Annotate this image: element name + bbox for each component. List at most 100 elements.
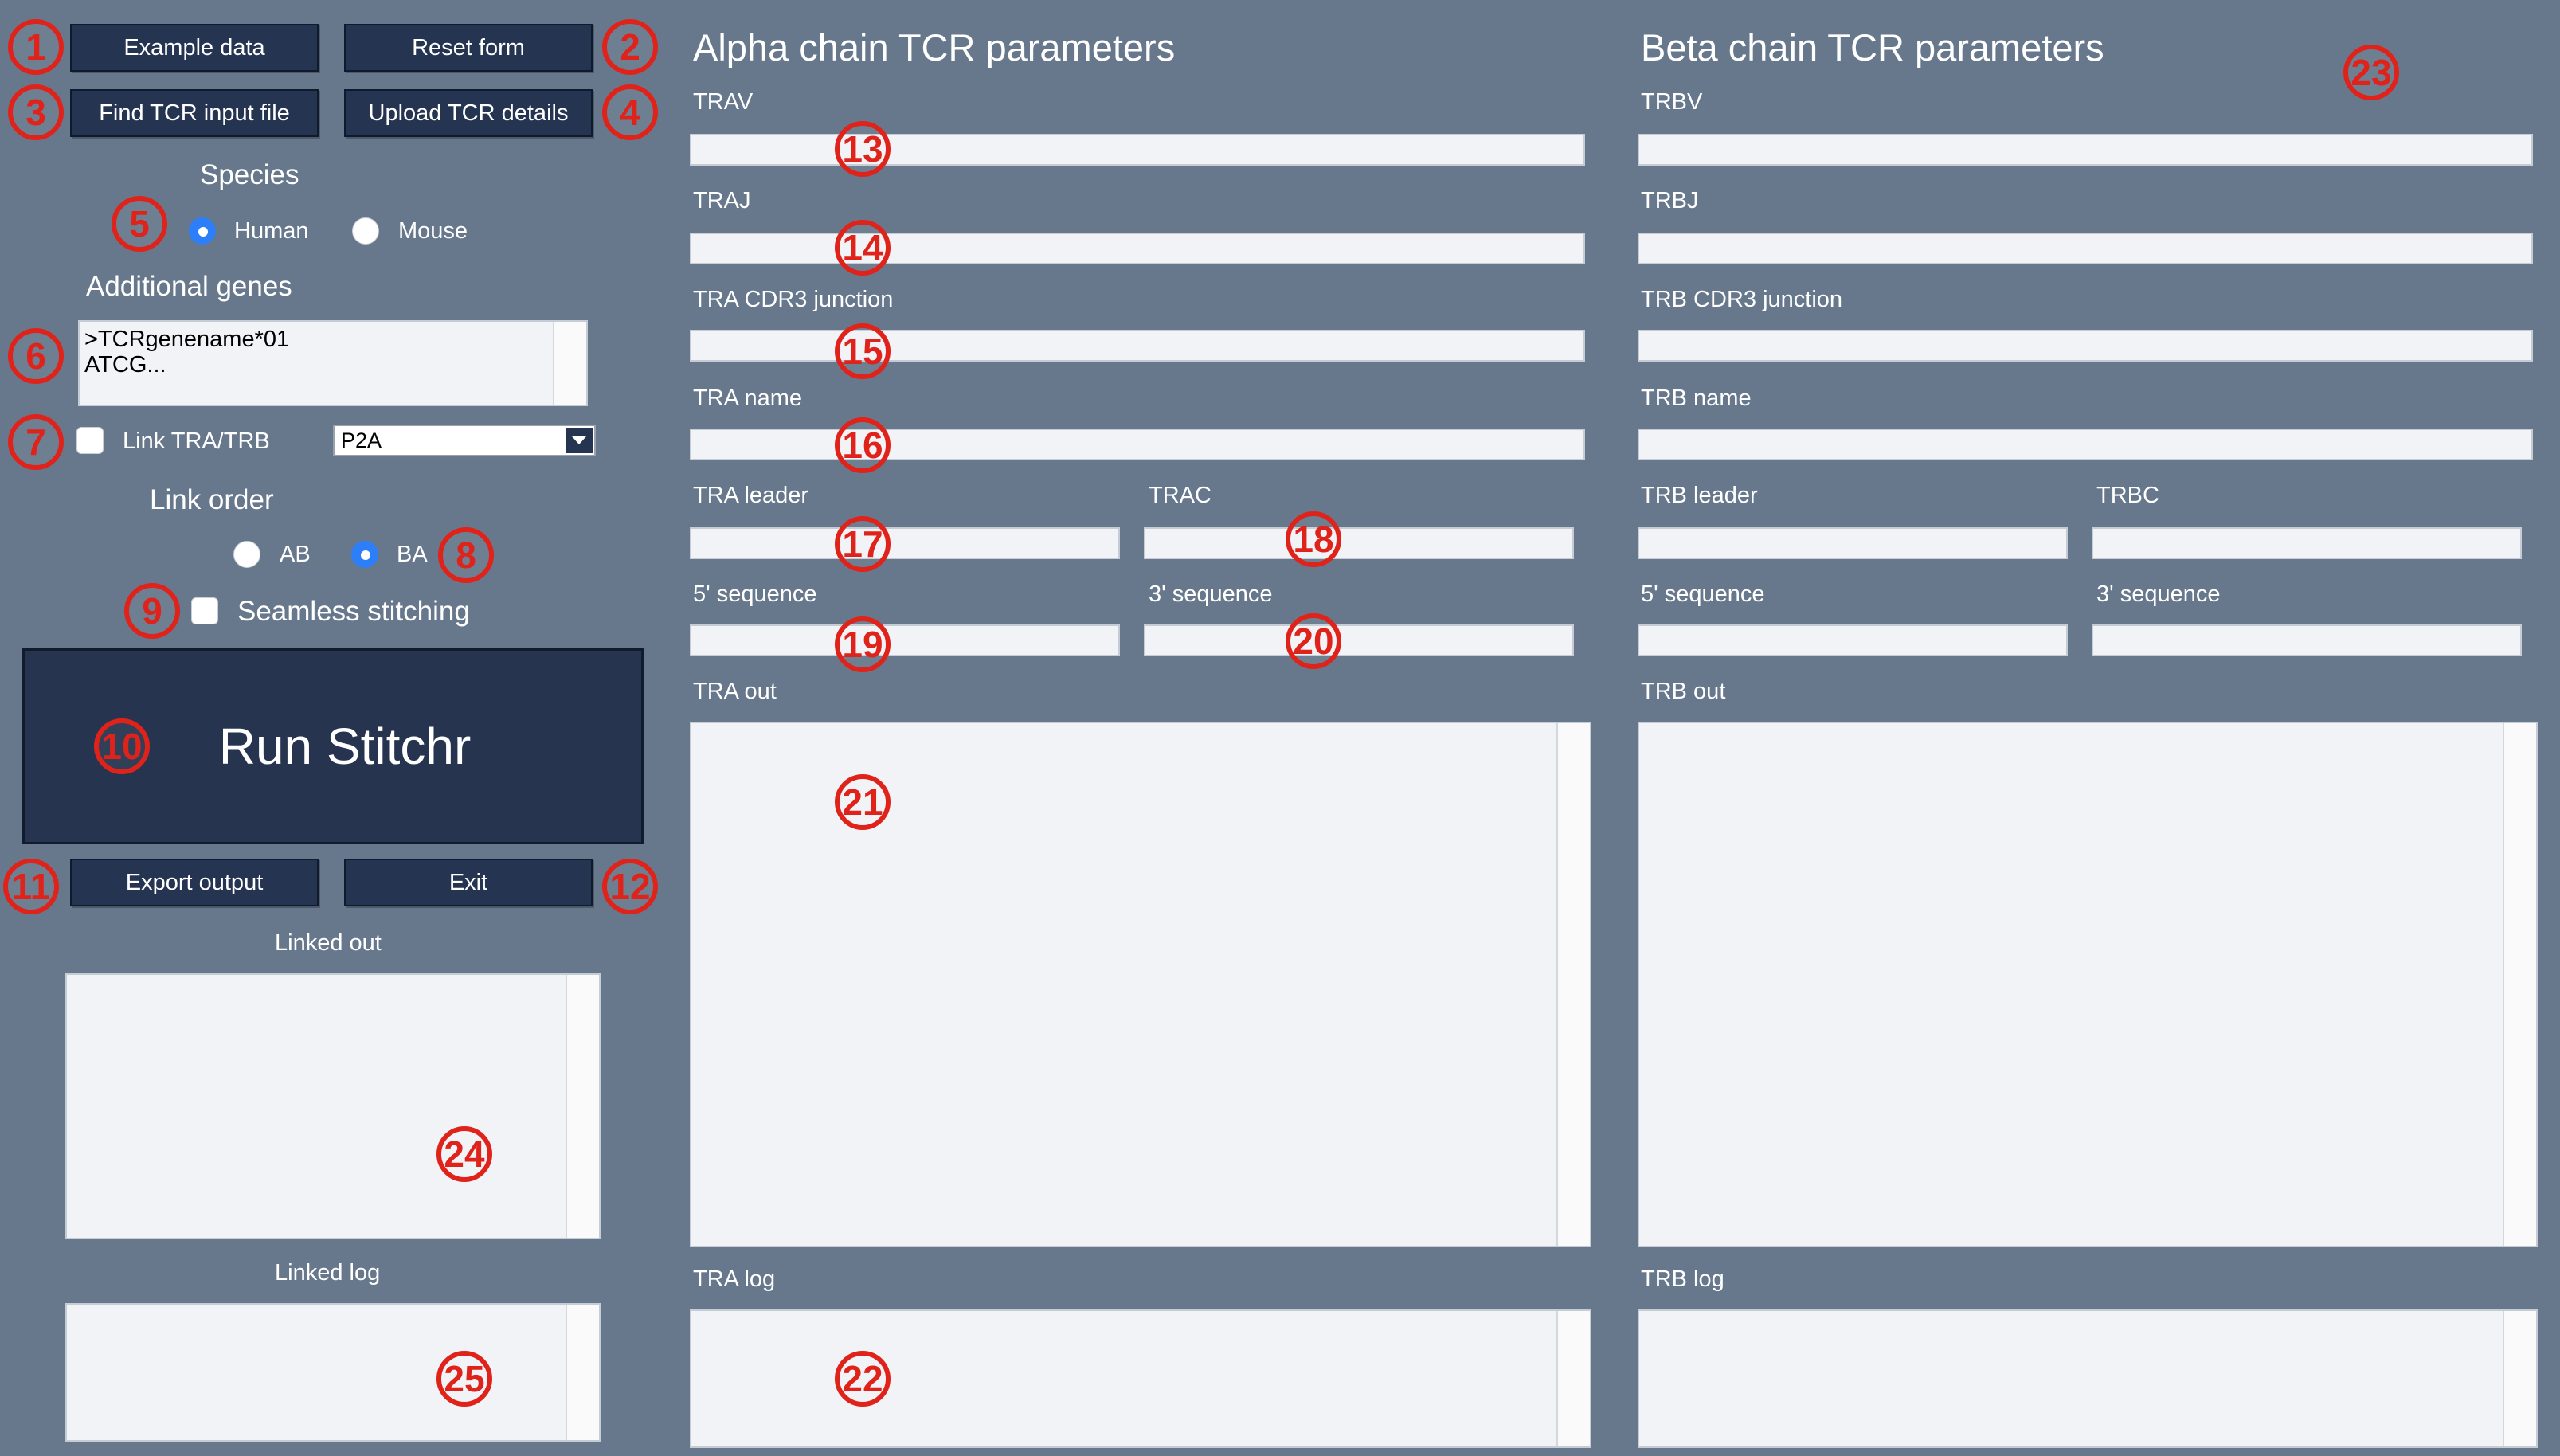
link-tra-trb-label: Link TRA/TRB: [123, 429, 270, 454]
trbj-label: TRBJ: [1641, 188, 1699, 213]
linked-out-textarea[interactable]: [65, 973, 601, 1239]
annotation-badge: 24: [436, 1126, 492, 1182]
species-mouse-radio[interactable]: [352, 217, 379, 245]
trac-label: TRAC: [1149, 483, 1211, 508]
trb-log-textarea[interactable]: [1638, 1309, 2538, 1448]
tra-name-input[interactable]: [690, 429, 1585, 460]
link-order-ab-radio[interactable]: [233, 541, 260, 568]
trb-out-label: TRB out: [1641, 679, 1726, 704]
linked-log-textarea[interactable]: [65, 1303, 601, 1442]
trb-leader-label: TRB leader: [1641, 483, 1758, 508]
trb-5prime-input[interactable]: [1638, 624, 2068, 656]
trbc-label: TRBC: [2096, 483, 2159, 508]
trb-log-scrollbar[interactable]: [2503, 1311, 2536, 1446]
trav-label: TRAV: [693, 89, 754, 115]
link-order-label: Link order: [150, 484, 274, 515]
annotation-badge: 23: [2343, 45, 2399, 100]
annotation-badge: 11: [3, 859, 59, 914]
traj-label: TRAJ: [693, 188, 751, 213]
annotation-badge: 22: [835, 1351, 891, 1407]
linked-log-scrollbar[interactable]: [566, 1305, 599, 1440]
linked-out-label: Linked out: [275, 930, 382, 956]
example-data-button[interactable]: Example data: [70, 24, 319, 72]
trb-5prime-label: 5' sequence: [1641, 581, 1765, 607]
annotation-badge: 5: [112, 196, 167, 252]
annotation-badge: 8: [438, 527, 494, 583]
trbj-input[interactable]: [1638, 233, 2533, 264]
trbc-input[interactable]: [2092, 527, 2522, 559]
trb-log-label: TRB log: [1641, 1266, 1724, 1292]
reset-form-button[interactable]: Reset form: [344, 24, 593, 72]
trb-cdr3-input[interactable]: [1638, 330, 2533, 362]
annotation-badge: 18: [1286, 511, 1341, 567]
chevron-down-icon[interactable]: [566, 428, 593, 453]
alpha-chain-heading: Alpha chain TCR parameters: [693, 26, 1176, 68]
annotation-badge: 10: [94, 718, 150, 774]
tra-cdr3-input[interactable]: [690, 330, 1585, 362]
exit-button[interactable]: Exit: [344, 859, 593, 906]
link-order-ba-radio[interactable]: [351, 541, 378, 568]
tra-leader-input[interactable]: [690, 527, 1120, 559]
seamless-stitching-label: Seamless stitching: [237, 596, 470, 627]
trbv-label: TRBV: [1641, 89, 1703, 115]
annotation-badge: 2: [602, 19, 658, 75]
trb-leader-input[interactable]: [1638, 527, 2068, 559]
beta-chain-heading: Beta chain TCR parameters: [1641, 26, 2104, 68]
annotation-badge: 1: [8, 19, 64, 75]
trac-input[interactable]: [1144, 527, 1574, 559]
tra-out-scrollbar[interactable]: [1556, 723, 1590, 1246]
find-tcr-input-file-button[interactable]: Find TCR input file: [70, 89, 319, 137]
trb-out-scrollbar[interactable]: [2503, 723, 2536, 1246]
annotation-badge: 13: [835, 121, 891, 177]
annotation-badge: 9: [124, 583, 180, 639]
additional-genes-textarea[interactable]: >TCRgenename*01 ATCG...: [78, 320, 588, 406]
linker-select-value: P2A: [341, 428, 382, 452]
traj-input[interactable]: [690, 233, 1585, 264]
species-label: Species: [200, 159, 299, 190]
tra-cdr3-label: TRA CDR3 junction: [693, 287, 894, 312]
tra-log-label: TRA log: [693, 1266, 776, 1292]
tra-log-scrollbar[interactable]: [1556, 1311, 1590, 1446]
tra-leader-label: TRA leader: [693, 483, 809, 508]
trav-input[interactable]: [690, 134, 1585, 166]
trb-cdr3-label: TRB CDR3 junction: [1641, 287, 1843, 312]
tra-log-textarea[interactable]: [690, 1309, 1591, 1448]
upload-tcr-details-button[interactable]: Upload TCR details: [344, 89, 593, 137]
tra-out-textarea[interactable]: [690, 722, 1591, 1247]
trb-3prime-input[interactable]: [2092, 624, 2522, 656]
annotation-badge: 4: [602, 84, 658, 140]
additional-genes-scrollbar[interactable]: [553, 322, 586, 405]
tra-3prime-label: 3' sequence: [1149, 581, 1273, 607]
species-mouse-label: Mouse: [398, 218, 468, 244]
seamless-stitching-checkbox[interactable]: [191, 597, 218, 624]
trb-out-textarea[interactable]: [1638, 722, 2538, 1247]
annotation-badge: 21: [835, 774, 891, 830]
species-human-radio[interactable]: [189, 217, 216, 245]
annotation-badge: 20: [1286, 613, 1341, 669]
trb-name-label: TRB name: [1641, 386, 1752, 411]
additional-genes-text: >TCRgenename*01 ATCG...: [84, 327, 290, 378]
tra-5prime-input[interactable]: [690, 624, 1120, 656]
annotation-badge: 7: [8, 414, 64, 470]
export-output-button[interactable]: Export output: [70, 859, 319, 906]
annotation-badge: 12: [602, 859, 658, 914]
link-order-ab-label: AB: [280, 542, 311, 567]
tra-3prime-input[interactable]: [1144, 624, 1574, 656]
linker-select[interactable]: P2A: [333, 425, 596, 456]
trbv-input[interactable]: [1638, 134, 2533, 166]
linked-out-scrollbar[interactable]: [566, 975, 599, 1238]
species-human-label: Human: [234, 218, 309, 244]
annotation-badge: 15: [835, 323, 891, 379]
tra-5prime-label: 5' sequence: [693, 581, 817, 607]
annotation-badge: 25: [436, 1351, 492, 1407]
trb-name-input[interactable]: [1638, 429, 2533, 460]
additional-genes-label: Additional genes: [86, 271, 292, 302]
linked-log-label: Linked log: [275, 1260, 381, 1286]
link-tra-trb-checkbox[interactable]: [76, 427, 104, 454]
annotation-badge: 17: [835, 516, 891, 572]
annotation-badge: 6: [8, 328, 64, 384]
tra-out-label: TRA out: [693, 679, 777, 704]
link-order-ba-label: BA: [397, 542, 428, 567]
annotation-badge: 19: [835, 616, 891, 672]
tra-name-label: TRA name: [693, 386, 802, 411]
